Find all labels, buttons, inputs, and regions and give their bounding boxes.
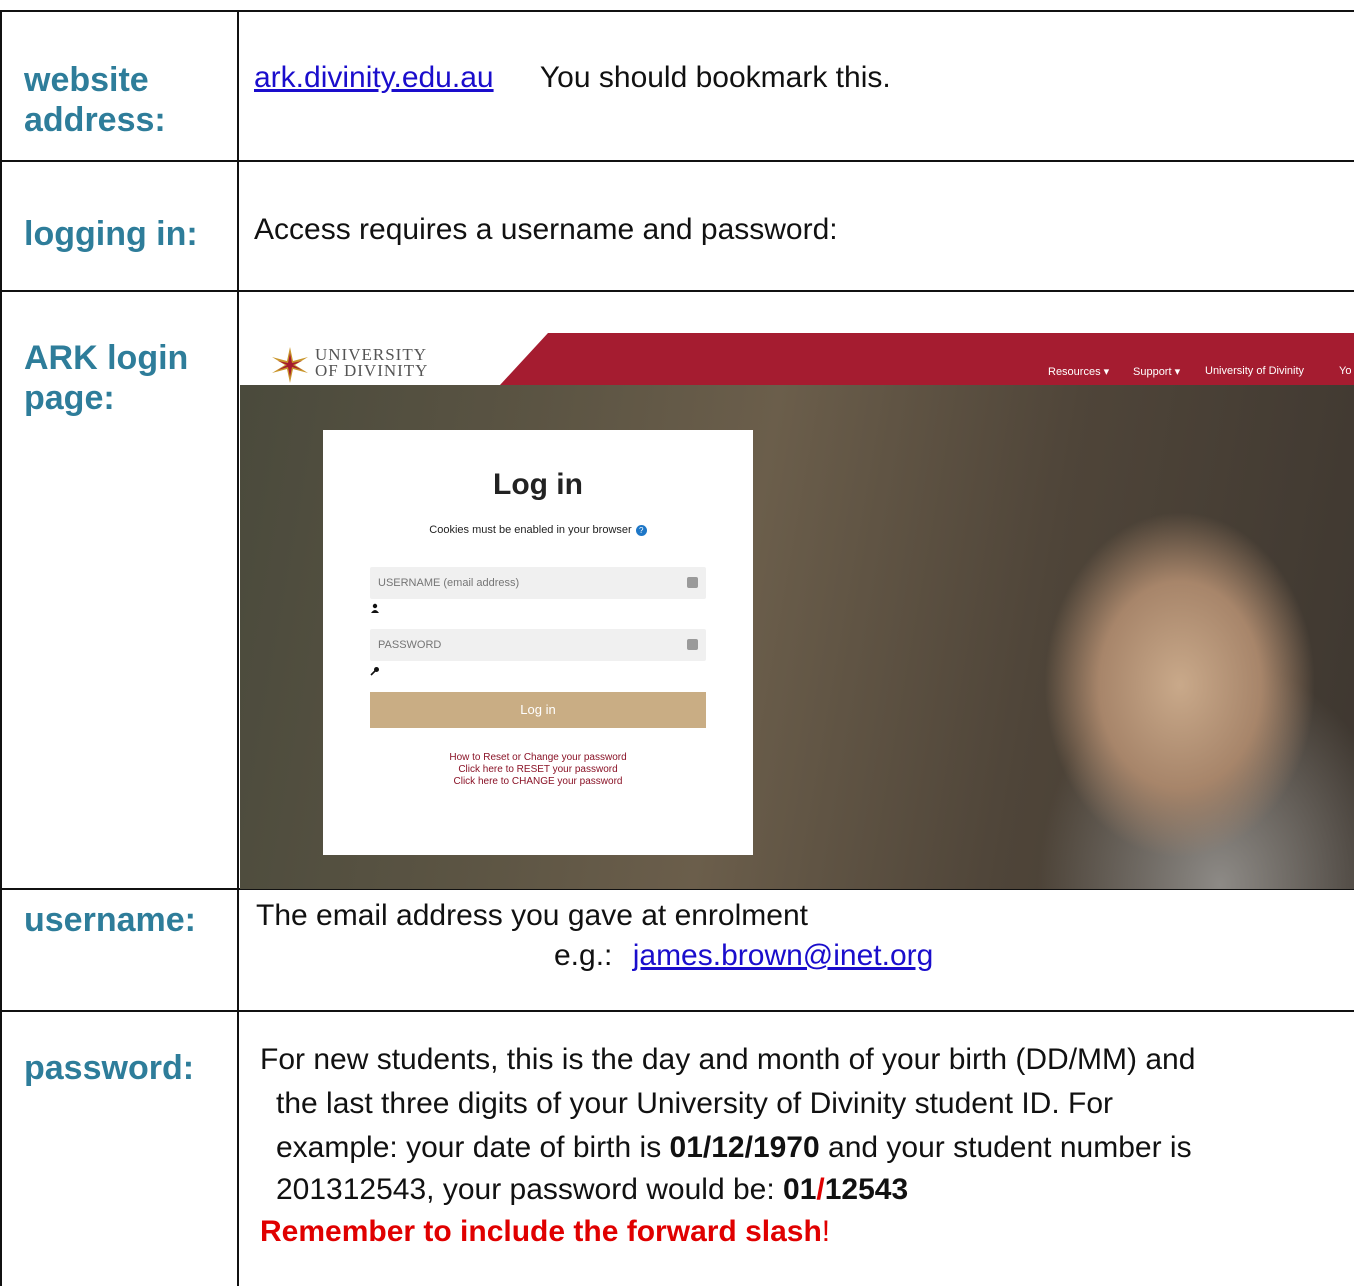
line3-text-a: example: your date of birth is (276, 1131, 670, 1164)
column-divider (237, 10, 239, 1286)
change-password-link[interactable]: Click here to CHANGE your password (323, 776, 753, 788)
password-input[interactable] (370, 629, 676, 661)
user-icon (370, 603, 380, 616)
row-divider (0, 1010, 1354, 1012)
row-divider (0, 160, 1354, 162)
username-input[interactable] (370, 567, 676, 599)
chevron-down-icon: ▾ (1174, 366, 1181, 378)
university-logo-icon (272, 347, 308, 383)
reset-change-help-link[interactable]: How to Reset or Change your password (323, 752, 753, 764)
reset-password-link[interactable]: Click here to RESET your password (323, 764, 753, 776)
password-line-3: example: your date of birth is 01/12/197… (276, 1130, 1192, 1166)
row-divider (0, 290, 1354, 292)
username-text: The email address you gave at enrolment (256, 899, 808, 932)
website-label: website address: (24, 60, 224, 140)
table-border (0, 10, 2, 1286)
nav-resources[interactable]: Resources ▾ (1048, 365, 1109, 378)
example-email-link[interactable]: james.brown@inet.org (633, 939, 934, 972)
line4-text: 201312543, your password would be: (276, 1173, 784, 1206)
nav-resources-label: Resources (1048, 366, 1101, 378)
website-content: ark.divinity.edu.au You should bookmark … (254, 60, 891, 96)
bookmark-note: You should bookmark this. (539, 61, 891, 94)
website-link[interactable]: ark.divinity.edu.au (254, 61, 494, 94)
username-label: username: (24, 901, 196, 939)
slash-reminder: Remember to include the forward slash! (260, 1214, 830, 1250)
chevron-down-icon: ▾ (1103, 366, 1110, 378)
login-card: Log in Cookies must be enabled in your b… (323, 430, 753, 855)
autofill-icon[interactable] (687, 639, 698, 650)
login-button[interactable]: Log in (370, 692, 706, 728)
example-password-part-2: 12543 (824, 1173, 909, 1206)
logging-in-label: logging in: (24, 215, 198, 253)
example-password-part-1: 01 (783, 1173, 817, 1206)
username-example: e.g.: james.brown@inet.org (554, 938, 933, 974)
example-password-slash: / (816, 1173, 825, 1206)
ark-login-label: ARK login page: (24, 339, 189, 417)
nav-support[interactable]: Support ▾ (1133, 365, 1180, 378)
password-links: How to Reset or Change your password Cli… (323, 752, 753, 788)
login-title: Log in (493, 468, 583, 501)
key-icon (370, 666, 380, 679)
password-label: password: (24, 1049, 195, 1087)
reminder-end: ! (821, 1215, 831, 1248)
line3-text-b: and your student number is (819, 1131, 1192, 1164)
header-red-bar (500, 333, 1354, 385)
nav-overflow[interactable]: Yo (1339, 365, 1351, 377)
reminder-text: Remember to include the forward slash (260, 1215, 822, 1248)
example-prefix: e.g.: (554, 939, 613, 972)
example-dob: 01/12/1970 (669, 1131, 820, 1164)
login-page-screenshot: UNIVERSITY OF DIVINITY Resources ▾ Suppo… (240, 333, 1354, 889)
cookies-text: Cookies must be enabled in your browser (429, 524, 632, 536)
website-label-text: website address: (24, 61, 166, 139)
autofill-icon[interactable] (687, 577, 698, 588)
username-field[interactable] (370, 567, 706, 599)
password-line-1: For new students, this is the day and mo… (260, 1043, 1196, 1076)
nav-university[interactable]: University of Divinity (1205, 365, 1304, 377)
logging-in-text: Access requires a username and password: (254, 213, 838, 246)
university-logo-text: UNIVERSITY OF DIVINITY (315, 346, 429, 380)
nav-support-label: Support (1133, 366, 1172, 378)
help-icon[interactable]: ? (635, 524, 647, 536)
cookies-note: Cookies must be enabled in your browser? (323, 524, 753, 536)
table-border (0, 10, 1354, 12)
password-field[interactable] (370, 629, 706, 661)
password-line-4: 201312543, your password would be: 01/12… (276, 1172, 908, 1208)
password-line-2: the last three digits of your University… (276, 1087, 1113, 1120)
logo-line-2: OF DIVINITY (315, 361, 429, 380)
